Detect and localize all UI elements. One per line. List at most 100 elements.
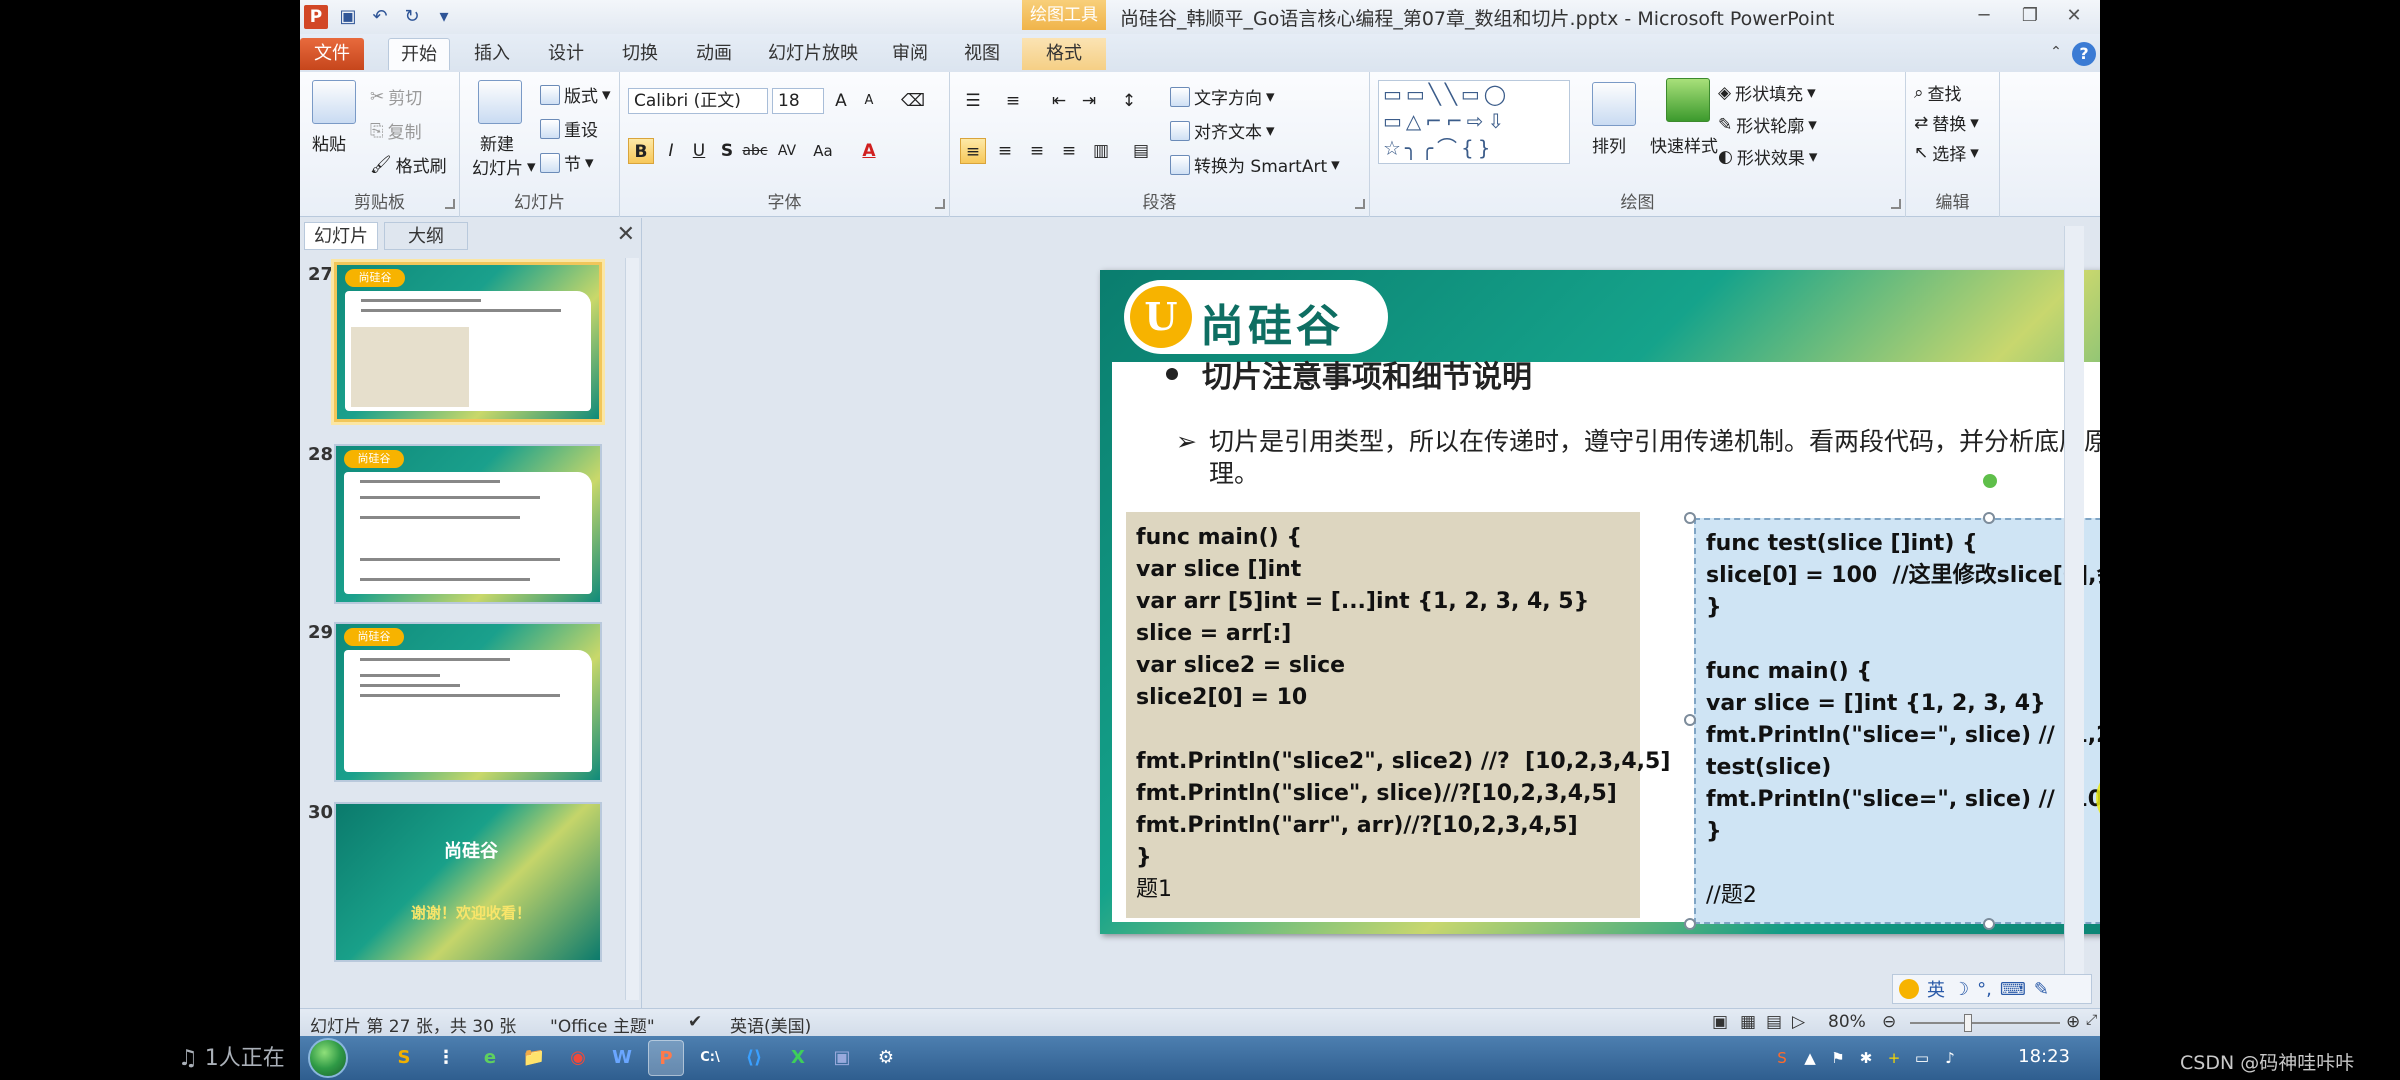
- ime-language[interactable]: 英: [1927, 976, 1945, 1002]
- taskbar-app-icon[interactable]: C:\: [692, 1040, 728, 1076]
- tray-icon[interactable]: +: [1884, 1048, 1904, 1068]
- quick-styles-icon[interactable]: [1666, 78, 1710, 122]
- shape-outline-button[interactable]: ✎ 形状轮廓 ▾: [1718, 112, 1817, 138]
- align-center-icon[interactable]: ≡: [992, 138, 1018, 164]
- fit-slide-icon[interactable]: ⤢: [2086, 1012, 2097, 1028]
- tab-animations[interactable]: 动画: [684, 38, 744, 70]
- slide-thumbnail-30[interactable]: 尚硅谷 谢谢！欢迎收看！: [334, 802, 602, 962]
- font-color-button[interactable]: A: [856, 138, 882, 164]
- drawing-launcher-icon[interactable]: [1891, 199, 1901, 209]
- find-button[interactable]: ⌕ 查找: [1914, 80, 1962, 106]
- increase-indent-icon[interactable]: ⇥: [1076, 88, 1102, 114]
- close-button[interactable]: ✕: [2056, 2, 2092, 30]
- shapes-gallery[interactable]: ▭▭╲╲▭◯ ▭△⌐⌐⇨⇩ ☆╮╭⌒{}: [1378, 80, 1570, 164]
- resize-handle[interactable]: [1684, 512, 1696, 524]
- tab-slides[interactable]: 幻灯片: [304, 222, 378, 250]
- layout-button[interactable]: 版式 ▾: [540, 82, 611, 107]
- taskbar-app-icon[interactable]: e: [472, 1040, 508, 1076]
- clock[interactable]: 18:23: [2018, 1046, 2070, 1067]
- slides-pane-scrollbar[interactable]: [625, 258, 639, 1000]
- slide-thumbnail-27[interactable]: 尚硅谷: [334, 262, 602, 422]
- font-size-select[interactable]: 18: [772, 88, 824, 114]
- tray-icon[interactable]: ▭: [1912, 1048, 1932, 1068]
- restore-button[interactable]: ❐: [2012, 2, 2048, 30]
- text-direction-button[interactable]: 文字方向 ▾: [1170, 84, 1275, 109]
- align-text-button[interactable]: 对齐文本 ▾: [1170, 118, 1275, 143]
- cut-button[interactable]: ✂ 剪切: [370, 84, 422, 110]
- start-button[interactable]: [308, 1038, 348, 1078]
- minimize-ribbon-icon[interactable]: ⌃: [2046, 42, 2066, 62]
- format-painter-button[interactable]: 🖌 格式刷: [370, 152, 447, 178]
- tray-icon[interactable]: ▲: [1800, 1048, 1820, 1068]
- select-button[interactable]: ↖ 选择 ▾: [1914, 140, 1979, 166]
- shape-fill-button[interactable]: ◈ 形状填充 ▾: [1718, 80, 1816, 106]
- redo-icon[interactable]: ↻: [400, 5, 424, 29]
- bullets-icon[interactable]: ☰: [960, 88, 986, 114]
- taskbar-app-icon[interactable]: ⚙: [868, 1040, 904, 1076]
- slide-thumbnail-29[interactable]: 尚硅谷: [334, 622, 602, 782]
- taskbar-app-icon[interactable]: ▣: [824, 1040, 860, 1076]
- wrench-icon[interactable]: ✎: [2034, 979, 2049, 1000]
- help-icon[interactable]: ?: [2072, 42, 2096, 66]
- paragraph-launcher-icon[interactable]: [1355, 199, 1365, 209]
- taskbar-app-icon[interactable]: W: [604, 1040, 640, 1076]
- taskbar-app-icon[interactable]: X: [780, 1040, 816, 1076]
- section-button[interactable]: 节 ▾: [540, 150, 594, 175]
- tab-transitions[interactable]: 切换: [610, 38, 670, 70]
- slide-thumbnail-28[interactable]: 尚硅谷: [334, 444, 602, 604]
- reset-button[interactable]: 重设: [540, 116, 598, 141]
- slide-scrollbar[interactable]: [2064, 226, 2084, 978]
- close-pane-icon[interactable]: ✕: [617, 222, 635, 247]
- current-slide[interactable]: U 尚硅谷 切片注意事项和细节说明 ➢ 切片是引用类型，所以在传递时，遵守引用传…: [1100, 270, 2100, 934]
- reading-view-icon[interactable]: ▤: [1766, 1012, 1782, 1032]
- tray-icon[interactable]: ⚑: [1828, 1048, 1848, 1068]
- new-slide-dropdown[interactable]: 幻灯片 ▾: [472, 154, 536, 180]
- numbering-icon[interactable]: ≡: [1000, 88, 1026, 114]
- save-icon[interactable]: ▣: [336, 5, 360, 29]
- new-slide-button[interactable]: 新建: [480, 130, 514, 155]
- new-slide-icon[interactable]: [478, 80, 522, 124]
- tray-icon[interactable]: ✱: [1856, 1048, 1876, 1068]
- resize-handle[interactable]: [1684, 918, 1696, 930]
- taskbar-app-icon[interactable]: S: [386, 1040, 422, 1076]
- line-spacing-icon[interactable]: ↕: [1116, 88, 1142, 114]
- resize-handle[interactable]: [1983, 918, 1995, 930]
- align-left-icon[interactable]: ≡: [960, 138, 986, 164]
- minimize-button[interactable]: ─: [1966, 2, 2002, 30]
- smartart-button[interactable]: 转换为 SmartArt ▾: [1170, 152, 1340, 177]
- italic-button[interactable]: I: [658, 138, 684, 164]
- zoom-level[interactable]: 80%: [1828, 1012, 1866, 1032]
- tab-file[interactable]: 文件: [300, 38, 364, 70]
- change-case-button[interactable]: Aa: [810, 138, 836, 164]
- normal-view-icon[interactable]: ▣: [1712, 1012, 1728, 1032]
- slide-subtext[interactable]: ➢ 切片是引用类型，所以在传递时，遵守引用传递机制。看两段代码，并分析底层原理。: [1176, 426, 2100, 490]
- tab-home[interactable]: 开始: [388, 38, 450, 70]
- tab-slideshow[interactable]: 幻灯片放映: [760, 38, 866, 70]
- bold-button[interactable]: B: [628, 138, 654, 164]
- zoom-out-icon[interactable]: ⊖: [1882, 1012, 1896, 1032]
- underline-button[interactable]: U: [686, 138, 712, 164]
- shrink-font-button[interactable]: A: [856, 88, 882, 114]
- taskbar-app-icon[interactable]: 📁: [516, 1040, 552, 1076]
- copy-button[interactable]: ⎘ 复制: [370, 118, 422, 144]
- tab-design[interactable]: 设计: [536, 38, 596, 70]
- proofing-icon[interactable]: ✔: [688, 1012, 702, 1032]
- replace-button[interactable]: ⇄ 替换 ▾: [1914, 110, 1979, 136]
- shadow-button[interactable]: S: [714, 138, 740, 164]
- resize-handle[interactable]: [1684, 714, 1696, 726]
- customize-quick-access-icon[interactable]: ▾: [432, 5, 456, 29]
- keyboard-icon[interactable]: ⌨: [2000, 979, 2026, 1000]
- tab-insert[interactable]: 插入: [462, 38, 522, 70]
- code-box-2-selected[interactable]: func test(slice []int) { slice[0] = 100 …: [1694, 518, 2100, 924]
- align-right-icon[interactable]: ≡: [1024, 138, 1050, 164]
- zoom-slider-thumb[interactable]: [1964, 1014, 1973, 1032]
- zoom-slider-track[interactable]: [1910, 1022, 2060, 1024]
- clear-formatting-icon[interactable]: ⌫: [900, 88, 926, 114]
- slide-heading[interactable]: 切片注意事项和细节说明: [1166, 352, 1532, 396]
- arrange-icon[interactable]: [1592, 82, 1636, 126]
- tab-review[interactable]: 审阅: [880, 38, 940, 70]
- moon-icon[interactable]: ☽: [1953, 979, 1969, 1000]
- rotate-handle[interactable]: [1983, 474, 1997, 488]
- font-launcher-icon[interactable]: [935, 199, 945, 209]
- undo-icon[interactable]: ↶: [368, 5, 392, 29]
